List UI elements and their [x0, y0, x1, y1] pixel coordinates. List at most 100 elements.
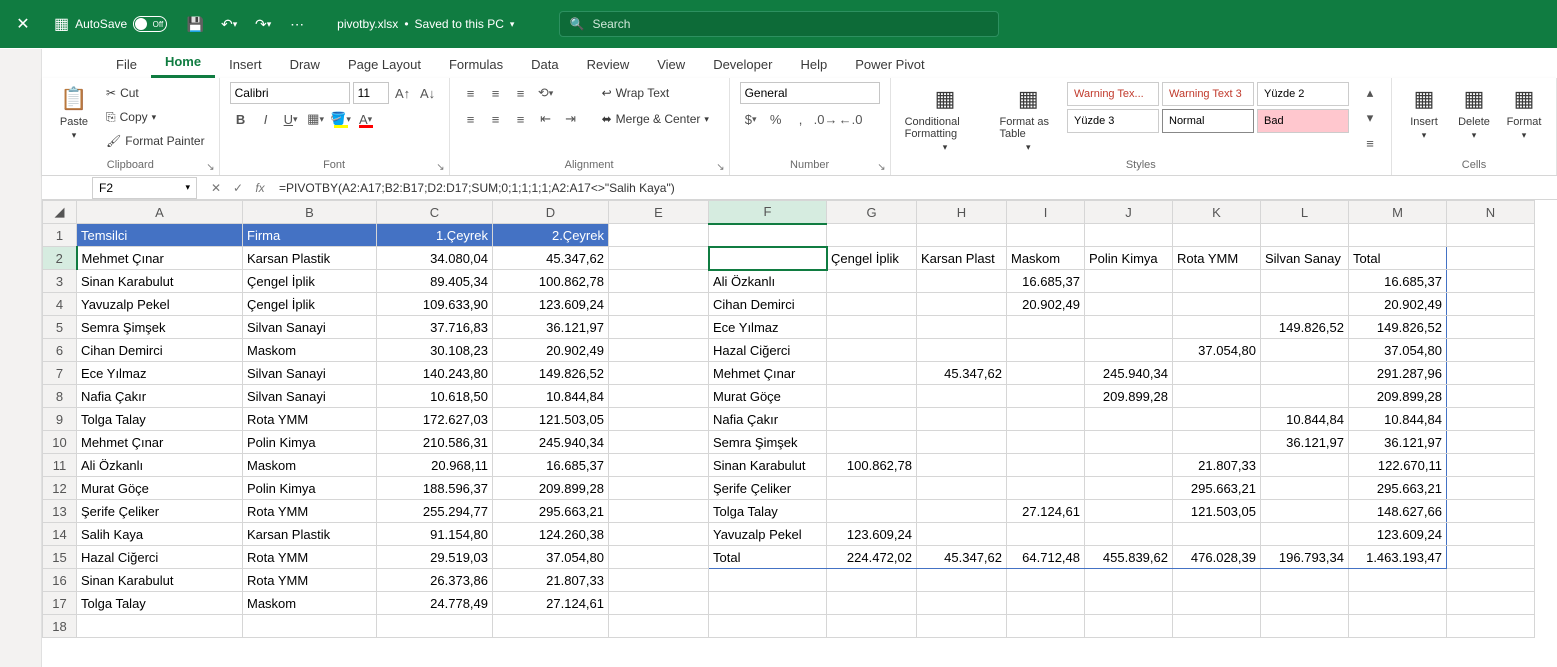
row-17[interactable]: 17Tolga TalayMaskom24.778,4927.124,61	[43, 592, 1535, 615]
style-yuzde-2[interactable]: Yüzde 2	[1257, 82, 1349, 106]
row-6[interactable]: 6Cihan DemirciMaskom30.108,2320.902,49Ha…	[43, 339, 1535, 362]
format-cells-button[interactable]: ▦Format▾	[1502, 82, 1546, 157]
left-gutter	[0, 49, 42, 667]
autosave-label: AutoSave	[75, 17, 127, 31]
conditional-formatting-button[interactable]: ▦Conditional Formatting▾	[901, 82, 990, 157]
formula-input[interactable]: =PIVOTBY(A2:A17;B2:B17;D2:D17;SUM;0;1;1;…	[275, 181, 1557, 195]
format-painter-button[interactable]: 🖌Format Painter	[102, 130, 209, 152]
increase-font-icon[interactable]: A↑	[392, 82, 414, 104]
clipboard-launcher-icon[interactable]: ↘	[206, 162, 214, 173]
increase-indent-icon[interactable]: ⇥	[560, 108, 582, 130]
save-icon[interactable]: 💾	[183, 12, 207, 36]
fx-icon[interactable]: fx	[251, 181, 269, 195]
row-13[interactable]: 13Şerife ÇelikerRota YMM255.294,77295.66…	[43, 500, 1535, 523]
search-input[interactable]: 🔍 Search	[559, 11, 999, 37]
align-middle-icon[interactable]: ≡	[485, 82, 507, 104]
row-11[interactable]: 11Ali ÖzkanlıMaskom20.968,1116.685,37Sin…	[43, 454, 1535, 477]
style-normal[interactable]: Normal	[1162, 109, 1254, 133]
row-14[interactable]: 14Salih KayaKarsan Plastik91.154,80124.2…	[43, 523, 1535, 546]
style-bad[interactable]: Bad	[1257, 109, 1349, 133]
tab-insert[interactable]: Insert	[215, 51, 276, 78]
delete-cells-button[interactable]: ▦Delete▾	[1452, 82, 1496, 157]
accounting-format-icon[interactable]: $▾	[740, 108, 762, 130]
cancel-formula-icon[interactable]: ✕	[207, 181, 225, 195]
align-right-icon[interactable]: ≡	[510, 108, 532, 130]
align-center-icon[interactable]: ≡	[485, 108, 507, 130]
worksheet-grid[interactable]: ◢ ABCDE F GHIJKLMN 1TemsilciFirma1.Çeyre…	[42, 200, 1557, 638]
increase-decimal-icon[interactable]: .0→	[815, 108, 837, 130]
row-12[interactable]: 12Murat GöçePolin Kimya188.596,37209.899…	[43, 477, 1535, 500]
paste-button[interactable]: 📋 Paste▾	[52, 82, 96, 157]
styles-scroll-down-icon[interactable]: ▾	[1359, 107, 1381, 129]
font-label: Font	[230, 157, 439, 173]
comma-format-icon[interactable]: ,	[790, 108, 812, 130]
row-15[interactable]: 15Hazal CiğerciRota YMM29.519,0337.054,8…	[43, 546, 1535, 569]
tab-formulas[interactable]: Formulas	[435, 51, 517, 78]
orientation-icon[interactable]: ⟲▾	[535, 82, 557, 104]
tab-file[interactable]: File	[102, 51, 151, 78]
row-4[interactable]: 4Yavuzalp PekelÇengel İplik109.633,90123…	[43, 293, 1535, 316]
cut-button[interactable]: ✂Cut	[102, 82, 209, 104]
tab-power-pivot[interactable]: Power Pivot	[841, 51, 938, 78]
row-3[interactable]: 3Sinan KarabulutÇengel İplik89.405,34100…	[43, 270, 1535, 293]
percent-format-icon[interactable]: %	[765, 108, 787, 130]
styles-expand-icon[interactable]: ≡	[1359, 132, 1381, 154]
format-icon: ▦	[1514, 84, 1535, 114]
alignment-launcher-icon[interactable]: ↘	[716, 162, 724, 173]
number-format-select[interactable]	[740, 82, 880, 104]
copy-button[interactable]: ⎘Copy▾	[102, 106, 209, 128]
name-box[interactable]: F2▾	[92, 177, 197, 199]
tab-developer[interactable]: Developer	[699, 51, 786, 78]
style-yuzde-3[interactable]: Yüzde 3	[1067, 109, 1159, 133]
row-9[interactable]: 9Tolga TalayRota YMM172.627,03121.503,05…	[43, 408, 1535, 431]
row-1[interactable]: 1TemsilciFirma1.Çeyrek2.Çeyrek	[43, 224, 1535, 247]
row-5[interactable]: 5Semra ŞimşekSilvan Sanayi37.716,8336.12…	[43, 316, 1535, 339]
row-7[interactable]: 7Ece YılmazSilvan Sanayi140.243,80149.82…	[43, 362, 1535, 385]
row-16[interactable]: 16Sinan KarabulutRota YMM26.373,8621.807…	[43, 569, 1535, 592]
insert-cells-button[interactable]: ▦Insert▾	[1402, 82, 1446, 157]
font-color-button[interactable]: A▾	[355, 108, 377, 130]
autosave-toggle[interactable]: ▦ AutoSave Off	[48, 12, 173, 36]
merge-center-button[interactable]: ⬌Merge & Center▾	[598, 108, 713, 130]
undo-icon[interactable]: ↶▾	[217, 12, 241, 36]
align-left-icon[interactable]: ≡	[460, 108, 482, 130]
font-name-select[interactable]	[230, 82, 350, 104]
tab-draw[interactable]: Draw	[276, 51, 334, 78]
align-bottom-icon[interactable]: ≡	[510, 82, 532, 104]
bold-button[interactable]: B	[230, 108, 252, 130]
row-2[interactable]: 2Mehmet ÇınarKarsan Plastik34.080,0445.3…	[43, 247, 1535, 270]
styles-scroll-up-icon[interactable]: ▴	[1359, 82, 1381, 104]
file-title[interactable]: pivotby.xlsx • Saved to this PC ▾	[337, 17, 514, 31]
close-icon[interactable]: ✕	[8, 0, 38, 48]
row-10[interactable]: 10Mehmet ÇınarPolin Kimya210.586,31245.9…	[43, 431, 1535, 454]
tab-home[interactable]: Home	[151, 48, 215, 78]
redo-icon[interactable]: ↷▾	[251, 12, 275, 36]
column-headers[interactable]: ◢ ABCDE F GHIJKLMN	[43, 201, 1535, 224]
decrease-font-icon[interactable]: A↓	[417, 82, 439, 104]
tab-view[interactable]: View	[643, 51, 699, 78]
format-as-table-button[interactable]: ▦Format as Table▾	[996, 82, 1062, 157]
decrease-decimal-icon[interactable]: ←.0	[840, 108, 862, 130]
toggle-off-icon[interactable]: Off	[133, 16, 167, 32]
select-all-cell[interactable]: ◢	[43, 201, 77, 224]
style-warning-text[interactable]: Warning Tex...	[1067, 82, 1159, 106]
font-launcher-icon[interactable]: ↘	[436, 162, 444, 173]
wrap-text-button[interactable]: ↩Wrap Text	[598, 82, 713, 104]
decrease-indent-icon[interactable]: ⇤	[535, 108, 557, 130]
number-launcher-icon[interactable]: ↘	[877, 162, 885, 173]
tab-data[interactable]: Data	[517, 51, 572, 78]
italic-button[interactable]: I	[255, 108, 277, 130]
style-warning-text-3[interactable]: Warning Text 3	[1162, 82, 1254, 106]
tab-review[interactable]: Review	[573, 51, 644, 78]
row-18[interactable]: 18	[43, 615, 1535, 638]
underline-button[interactable]: U▾	[280, 108, 302, 130]
tab-help[interactable]: Help	[786, 51, 841, 78]
tab-page-layout[interactable]: Page Layout	[334, 51, 435, 78]
align-top-icon[interactable]: ≡	[460, 82, 482, 104]
enter-formula-icon[interactable]: ✓	[229, 181, 247, 195]
fill-color-button[interactable]: 🪣▾	[330, 108, 352, 130]
font-size-select[interactable]	[353, 82, 389, 104]
row-8[interactable]: 8Nafia ÇakırSilvan Sanayi10.618,5010.844…	[43, 385, 1535, 408]
border-button[interactable]: ▦▾	[305, 108, 327, 130]
qat-more-icon[interactable]: ⋯	[285, 12, 309, 36]
